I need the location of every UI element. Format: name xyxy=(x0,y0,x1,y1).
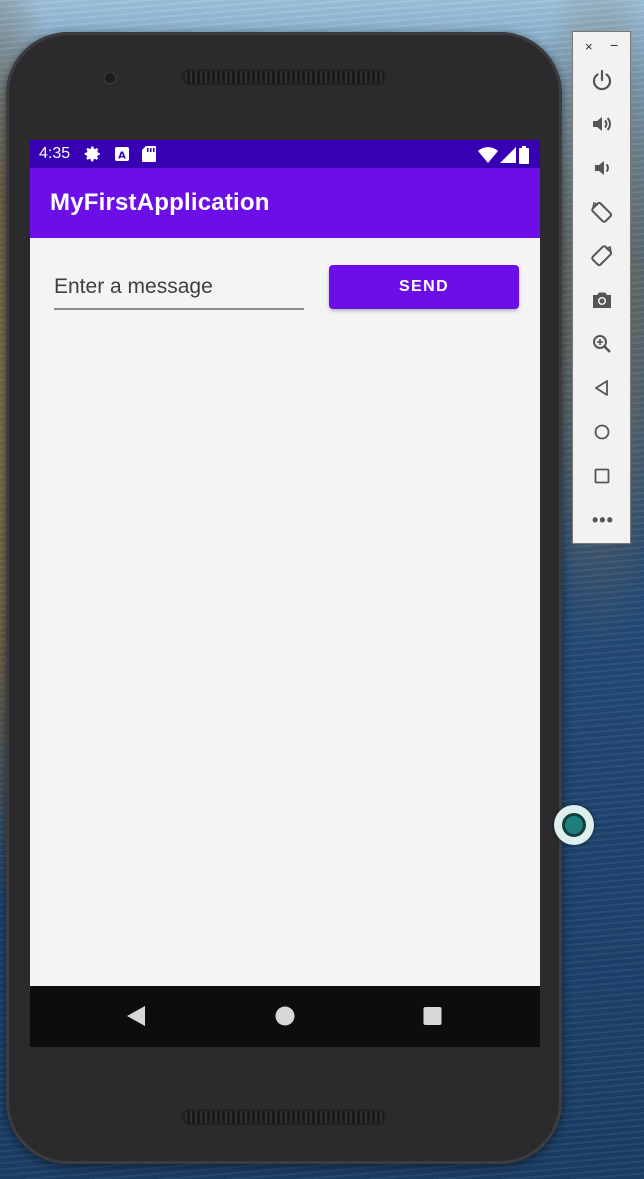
volume-up-icon[interactable] xyxy=(590,112,614,136)
floating-assistant-button[interactable] xyxy=(554,805,594,845)
battery-icon xyxy=(518,146,530,169)
volume-down-icon[interactable] xyxy=(590,156,614,180)
back-icon[interactable] xyxy=(125,1004,147,1033)
front-camera xyxy=(103,71,117,85)
app-bar: MyFirstApplication xyxy=(30,168,540,238)
gear-icon xyxy=(84,145,102,163)
svg-text:A: A xyxy=(118,151,126,162)
phone-screen: 4:35 A MyFirstApplication SEND xyxy=(30,140,540,1047)
home-icon[interactable] xyxy=(590,420,614,444)
back-icon[interactable] xyxy=(590,376,614,400)
status-bar: 4:35 A xyxy=(30,140,540,168)
power-icon[interactable] xyxy=(590,68,614,92)
recents-icon[interactable] xyxy=(422,1004,444,1033)
home-icon[interactable] xyxy=(274,1004,296,1033)
message-input[interactable] xyxy=(54,270,304,310)
camera-icon[interactable] xyxy=(590,288,614,312)
app-title: MyFirstApplication xyxy=(50,189,270,216)
overview-icon[interactable] xyxy=(590,464,614,488)
rotate-right-icon[interactable] xyxy=(590,244,614,268)
emulator-toolbar: × − ••• xyxy=(572,31,631,544)
zoom-icon[interactable] xyxy=(590,332,614,356)
emulator-window-controls: × − xyxy=(573,36,630,56)
wifi-icon xyxy=(478,147,498,168)
send-button[interactable]: SEND xyxy=(329,265,519,309)
rotate-left-icon[interactable] xyxy=(590,200,614,224)
close-button[interactable]: × xyxy=(585,39,593,54)
top-speaker-grille xyxy=(182,69,386,85)
cell-signal-icon xyxy=(500,147,516,168)
bottom-speaker-grille xyxy=(182,1109,386,1125)
navigation-bar xyxy=(30,986,540,1047)
a-box-icon: A xyxy=(114,146,130,162)
status-time: 4:35 xyxy=(39,145,71,162)
assistant-icon xyxy=(562,813,586,837)
sd-card-icon xyxy=(142,146,157,162)
more-options-button[interactable]: ••• xyxy=(592,510,614,531)
minimize-button[interactable]: − xyxy=(610,37,618,53)
